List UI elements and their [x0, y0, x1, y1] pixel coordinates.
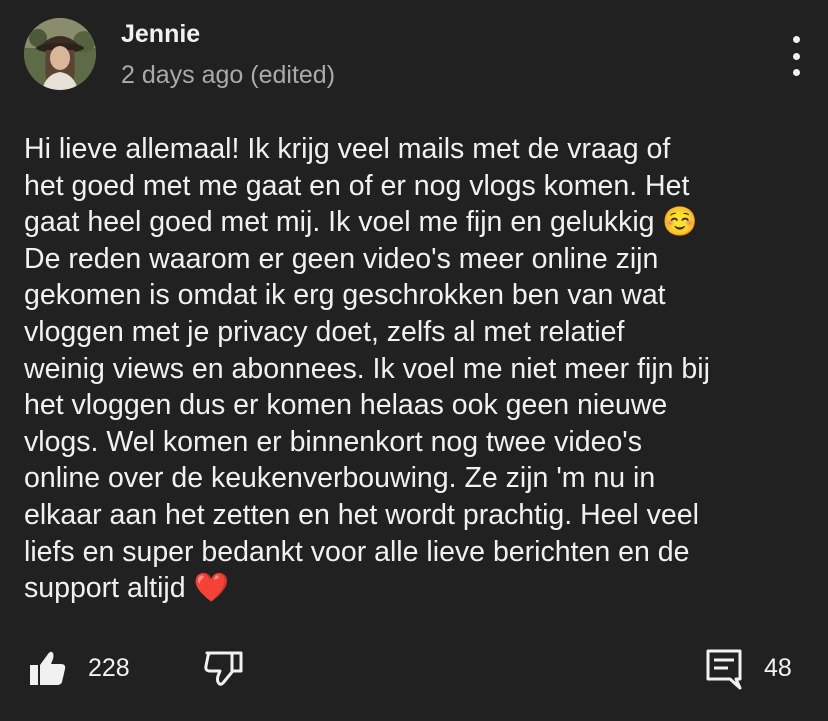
- reply-count: 48: [764, 654, 792, 682]
- like-count: 228: [88, 654, 130, 682]
- comment-text: Hi lieve allemaal! Ik krijg veel mails m…: [24, 133, 710, 605]
- comment-actions: 228 48: [0, 640, 828, 696]
- comment-timestamp: 2 days ago (edited): [121, 61, 336, 89]
- more-vertical-icon[interactable]: [782, 36, 810, 76]
- comment-reply-icon[interactable]: [704, 646, 744, 690]
- comment-card: Jennie 2 days ago (edited) Hi lieve alle…: [0, 0, 828, 721]
- thumbs-down-icon[interactable]: [202, 646, 246, 690]
- thumbs-up-icon[interactable]: [26, 646, 70, 690]
- avatar[interactable]: [24, 18, 96, 90]
- author-name[interactable]: Jennie: [121, 18, 200, 50]
- avatar-image: [24, 18, 96, 90]
